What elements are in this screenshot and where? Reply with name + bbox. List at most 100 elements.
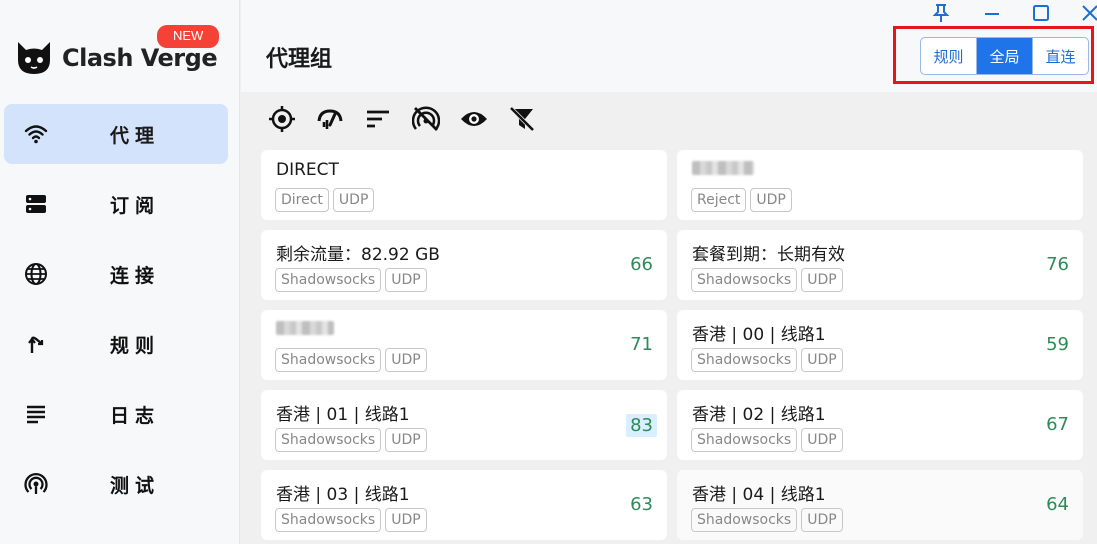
proxy-name: 香港 | 03 | 线路1 [276, 485, 410, 505]
proxy-card[interactable]: 香港 | 00 | 线路1 Shadowsocks UDP 59 [677, 310, 1083, 380]
eye-icon [461, 112, 487, 126]
proxy-card[interactable]: Reject UDP [677, 150, 1083, 220]
sidebar-item-test[interactable]: 测试 [4, 454, 228, 514]
mode-rule-button[interactable]: 规则 [921, 38, 977, 74]
proxy-name-redacted [276, 320, 334, 340]
proxy-card[interactable]: DIRECT Direct UDP [261, 150, 667, 220]
sidebar-item-connections[interactable]: 连接 [4, 244, 228, 304]
sidebar-item-logs[interactable]: 日志 [4, 384, 228, 444]
udp-tag: UDP [801, 348, 843, 372]
udp-tag: UDP [332, 188, 375, 212]
proxy-name: 套餐到期：长期有效 [692, 245, 845, 265]
sort-icon [367, 110, 389, 128]
close-button[interactable] [1079, 2, 1097, 24]
proxy-name: 香港 | 01 | 线路1 [276, 405, 410, 425]
sidebar-item-label: 测试 [110, 474, 161, 497]
proxy-type-tag: Shadowsocks [275, 508, 382, 532]
proxy-card[interactable]: 套餐到期：长期有效 Shadowsocks UDP 76 [677, 230, 1083, 300]
proxy-name: DIRECT [276, 160, 339, 180]
broadcast-icon [24, 472, 48, 496]
main-panel: 代理组 规则 全局 直连 DIRECT Direct UDP Reject UD… [241, 0, 1097, 544]
proxy-type-tag: Shadowsocks [275, 268, 382, 292]
sidebar-nav: 代理 订阅 连接 规则 日志 测试 [4, 104, 228, 524]
proxy-card[interactable]: 香港 | 03 | 线路1 Shadowsocks UDP 63 [261, 470, 667, 540]
sidebar-item-label: 规则 [110, 334, 161, 357]
minimize-icon [985, 13, 999, 15]
proxy-tags: Shadowsocks UDP [275, 348, 427, 372]
proxy-tags: Shadowsocks UDP [275, 508, 427, 532]
filter-off-icon [509, 106, 535, 132]
sidebar-item-proxy[interactable]: 代理 [4, 104, 228, 164]
proxy-tags: Shadowsocks UDP [691, 268, 843, 292]
sidebar-item-label: 代理 [110, 124, 161, 147]
proxy-delay[interactable]: 66 [630, 254, 653, 275]
proxy-type-tag: Shadowsocks [691, 428, 798, 452]
proxy-type-tag: Shadowsocks [275, 428, 382, 452]
url-test-off-icon [412, 106, 440, 131]
udp-tag: UDP [801, 428, 843, 452]
udp-tag: UDP [385, 348, 427, 372]
locate-icon [269, 106, 295, 132]
sidebar-item-label: 订阅 [110, 194, 161, 217]
proxy-type-tag: Direct [275, 188, 329, 212]
proxy-name: 香港 | 02 | 线路1 [692, 405, 826, 425]
proxy-tags: Shadowsocks UDP [691, 508, 843, 532]
proxy-card[interactable]: 香港 | 02 | 线路1 Shadowsocks UDP 67 [677, 390, 1083, 460]
sidebar-item-rules[interactable]: 规则 [4, 314, 228, 374]
proxy-delay[interactable]: 63 [630, 494, 653, 515]
proxy-name: 剩余流量：82.92 GB [276, 245, 440, 265]
proxy-delay[interactable]: 76 [1046, 254, 1069, 275]
mode-global-button[interactable]: 全局 [977, 38, 1033, 74]
sidebar-item-label: 日志 [110, 404, 161, 427]
proxy-type-tag: Reject [691, 188, 747, 212]
proxy-delay[interactable]: 71 [630, 334, 653, 355]
proxy-tags: Shadowsocks UDP [691, 428, 843, 452]
sidebar-item-subscriptions[interactable]: 订阅 [4, 174, 228, 234]
sidebar: Clash Verge NEW 代理 订阅 连接 规则 日志 测试 [0, 0, 240, 544]
speed-test-button[interactable] [316, 105, 344, 133]
proxy-delay[interactable]: 83 [626, 414, 657, 437]
filter-toggle-button[interactable] [508, 105, 536, 133]
proxy-name: 香港 | 00 | 线路1 [692, 325, 826, 345]
proxy-type-tag: Shadowsocks [691, 348, 798, 372]
proxy-card[interactable]: 香港 | 04 | 线路1 Shadowsocks UDP 64 [677, 470, 1083, 540]
proxy-toolbar [268, 105, 536, 133]
url-test-toggle-button[interactable] [412, 105, 440, 133]
proxy-delay[interactable]: 64 [1046, 494, 1069, 515]
minimize-button[interactable] [981, 2, 1003, 24]
locate-button[interactable] [268, 105, 296, 133]
udp-tag: UDP [385, 268, 427, 292]
new-badge: NEW [157, 25, 220, 48]
pin-icon [932, 4, 950, 22]
maximize-button[interactable] [1030, 2, 1052, 24]
proxy-card[interactable]: 香港 | 01 | 线路1 Shadowsocks UDP 83 [261, 390, 667, 460]
udp-tag: UDP [801, 268, 843, 292]
page-title: 代理组 [266, 47, 333, 72]
sort-button[interactable] [364, 105, 392, 133]
proxy-tags: Direct UDP [275, 188, 375, 212]
proxy-delay[interactable]: 59 [1046, 334, 1069, 355]
proxy-name-redacted [692, 160, 754, 180]
sidebar-item-label: 连接 [110, 264, 161, 287]
pin-button[interactable] [930, 2, 952, 24]
proxy-type-tag: Shadowsocks [275, 348, 382, 372]
cat-logo-icon [18, 42, 50, 74]
udp-tag: UDP [385, 508, 427, 532]
maximize-icon [1033, 5, 1049, 21]
close-icon [1082, 5, 1097, 21]
wifi-icon [24, 122, 48, 146]
proxy-card[interactable]: Shadowsocks UDP 71 [261, 310, 667, 380]
proxy-tags: Shadowsocks UDP [691, 348, 843, 372]
proxy-delay[interactable]: 67 [1046, 414, 1069, 435]
lines-icon [24, 402, 48, 426]
globe-icon [24, 262, 48, 286]
proxy-tags: Reject UDP [691, 188, 792, 212]
proxy-type-tag: Shadowsocks [691, 268, 798, 292]
eye-button[interactable] [460, 105, 488, 133]
udp-tag: UDP [750, 188, 792, 212]
proxy-card[interactable]: 剩余流量：82.92 GB Shadowsocks UDP 66 [261, 230, 667, 300]
proxy-type-tag: Shadowsocks [691, 508, 798, 532]
proxy-name: 香港 | 04 | 线路1 [692, 485, 826, 505]
server-icon [24, 192, 48, 216]
mode-direct-button[interactable]: 直连 [1033, 38, 1088, 74]
